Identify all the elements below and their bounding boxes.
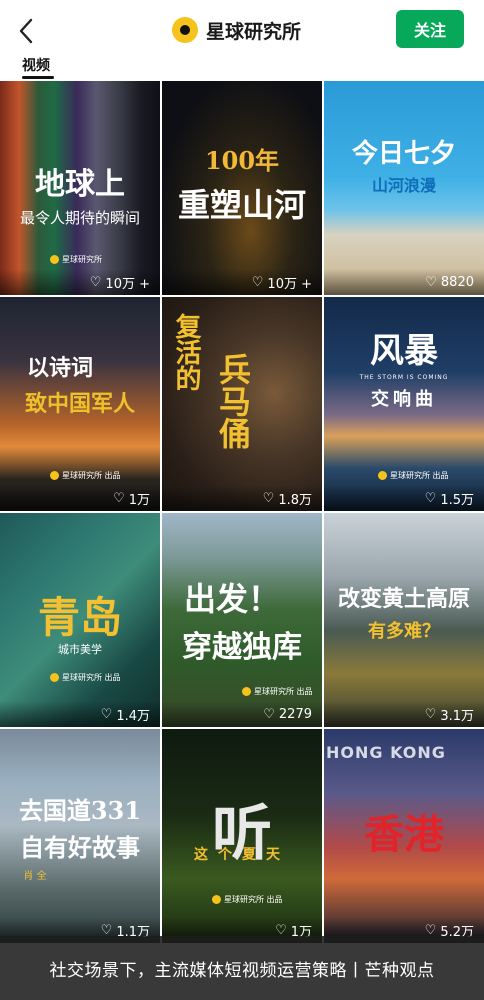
video-thumbnail: [162, 297, 322, 511]
heart-icon: ♡: [275, 922, 287, 938]
video-tile[interactable]: 100年 重塑山河 ♡ 10万 +: [162, 81, 322, 295]
account-title[interactable]: 星球研究所: [172, 14, 301, 46]
brand-mark: 星球研究所 出品: [212, 894, 283, 905]
heart-icon: ♡: [425, 274, 437, 290]
brand-mark: 星球研究所 出品: [378, 470, 449, 481]
heart-icon: ♡: [424, 490, 437, 506]
chevron-left-icon: [19, 18, 33, 44]
heart-icon: ♡: [100, 922, 113, 938]
heart-icon: ♡: [263, 706, 275, 722]
heart-icon: ♡: [89, 274, 102, 290]
caption-bar: 社交场景下，主流媒体短视频运营策略丨芒种观点: [0, 936, 484, 1000]
like-count: ♡ 2279: [162, 701, 322, 727]
heart-icon: ♡: [424, 706, 437, 722]
brand-mark: 星球研究所 出品: [50, 470, 121, 481]
video-thumbnail: [162, 81, 322, 295]
video-tile[interactable]: 今日七夕 山河浪漫 ♡ 8820: [324, 81, 484, 295]
video-tile[interactable]: HONG KONG 香港 ♡ 5.2万: [324, 729, 484, 943]
video-tile[interactable]: 改变黄土高原 有多难？ ♡ 3.1万: [324, 513, 484, 727]
top-bar: 星球研究所 关注 视频: [0, 0, 484, 80]
tab-indicator: [22, 76, 54, 79]
heart-icon: ♡: [424, 922, 437, 938]
video-thumbnail: [0, 513, 160, 727]
video-tile[interactable]: 出发！ 穿越独库 星球研究所 出品 ♡ 2279: [162, 513, 322, 727]
video-tile[interactable]: 地球上 最令人期待的瞬间 星球研究所 ♡ 10万 +: [0, 81, 160, 295]
like-count: ♡ 10万 +: [162, 269, 322, 295]
like-count: ♡ 3.1万: [324, 701, 484, 727]
like-count: ♡ 1万: [0, 485, 160, 511]
video-tile[interactable]: 风暴 THE STORM IS COMING 交响曲 星球研究所 出品 ♡ 1.5…: [324, 297, 484, 511]
like-count: ♡ 1.4万: [0, 701, 160, 727]
video-tile[interactable]: 复活的 兵马俑 ♡ 1.8万: [162, 297, 322, 511]
back-button[interactable]: [12, 14, 40, 48]
like-count: ♡ 1.5万: [324, 485, 484, 511]
tab-videos[interactable]: 视频: [22, 55, 50, 75]
account-logo: [172, 17, 198, 43]
video-thumbnail: [324, 81, 484, 295]
brand-mark: 星球研究所: [50, 254, 102, 265]
heart-icon: ♡: [113, 490, 125, 506]
account-name: 星球研究所: [206, 20, 302, 43]
video-tile[interactable]: 青岛 城市美学 星球研究所 出品 ♡ 1.4万: [0, 513, 160, 727]
video-thumbnail: [0, 729, 160, 943]
like-count: ♡ 10万 +: [0, 269, 160, 295]
heart-icon: ♡: [262, 490, 275, 506]
like-count: ♡ 1.8万: [162, 485, 322, 511]
heart-icon: ♡: [251, 274, 264, 290]
follow-button[interactable]: 关注: [396, 10, 464, 48]
heart-icon: ♡: [100, 706, 113, 722]
brand-mark: 星球研究所 出品: [242, 686, 313, 697]
video-thumbnail: [162, 729, 322, 943]
video-thumbnail: [324, 729, 484, 943]
like-count: ♡ 8820: [324, 269, 484, 295]
video-tile[interactable]: 以诗词 致中国军人 星球研究所 出品 ♡ 1万: [0, 297, 160, 511]
video-tile[interactable]: 去国道331 自有好故事 肖 全 ♡ 1.1万: [0, 729, 160, 943]
video-tile[interactable]: 听 这个夏天 星球研究所 出品 ♡ 1万: [162, 729, 322, 943]
video-thumbnail: [324, 513, 484, 727]
brand-mark: 星球研究所 出品: [50, 672, 121, 683]
